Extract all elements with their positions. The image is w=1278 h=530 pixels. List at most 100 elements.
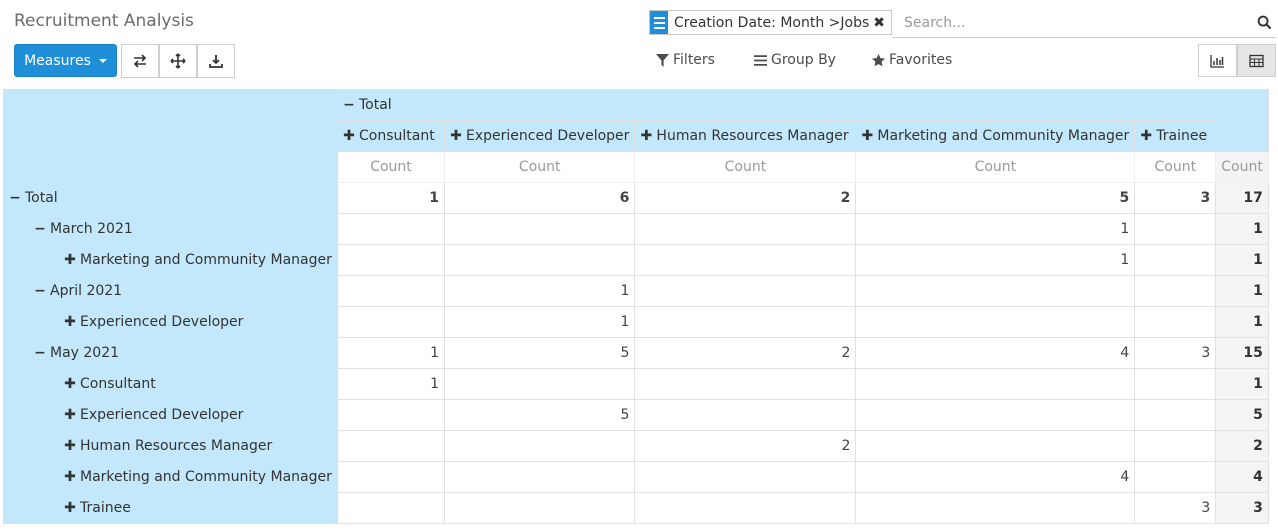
pivot-cell[interactable] bbox=[634, 368, 857, 400]
pivot-cell[interactable]: 3 bbox=[1134, 492, 1217, 524]
pivot-cell[interactable] bbox=[634, 306, 857, 338]
pivot-cell[interactable]: 4 bbox=[855, 337, 1136, 369]
row-header[interactable]: − March 2021 bbox=[3, 213, 338, 245]
pivot-cell[interactable] bbox=[634, 399, 857, 431]
pivot-cell[interactable] bbox=[1134, 461, 1217, 493]
pivot-cell[interactable]: 2 bbox=[634, 337, 857, 369]
pivot-row-total[interactable]: 2 bbox=[1215, 430, 1269, 462]
search-input[interactable] bbox=[896, 10, 1256, 36]
pivot-cell[interactable] bbox=[443, 213, 636, 245]
pivot-cell[interactable] bbox=[337, 244, 445, 276]
measure-header[interactable]: Count bbox=[337, 151, 445, 183]
col-header-1[interactable]: ✚ Experienced Developer bbox=[443, 120, 636, 152]
graph-view-button[interactable] bbox=[1198, 44, 1237, 77]
pivot-cell[interactable] bbox=[337, 430, 445, 462]
pivot-cell[interactable] bbox=[443, 492, 636, 524]
pivot-cell[interactable] bbox=[855, 430, 1136, 462]
measure-header[interactable]: Count bbox=[634, 151, 857, 183]
pivot-cell[interactable]: 5 bbox=[855, 182, 1136, 214]
measures-button[interactable]: Measures bbox=[14, 44, 117, 77]
pivot-cell[interactable] bbox=[1134, 399, 1217, 431]
row-header[interactable]: − April 2021 bbox=[3, 275, 338, 307]
pivot-cell[interactable]: 1 bbox=[855, 244, 1136, 276]
pivot-cell[interactable]: 6 bbox=[443, 182, 636, 214]
pivot-cell[interactable] bbox=[337, 213, 445, 245]
pivot-cell[interactable]: 5 bbox=[443, 337, 636, 369]
pivot-cell[interactable] bbox=[634, 492, 857, 524]
col-header-3[interactable]: ✚ Marketing and Community Manager bbox=[855, 120, 1136, 152]
measure-header[interactable]: Count bbox=[1134, 151, 1217, 183]
row-header[interactable]: − Total bbox=[3, 182, 338, 214]
search-icon[interactable] bbox=[1257, 15, 1272, 30]
pivot-cell[interactable]: 4 bbox=[855, 461, 1136, 493]
pivot-cell[interactable] bbox=[855, 275, 1136, 307]
pivot-cell[interactable] bbox=[337, 399, 445, 431]
col-header-total[interactable]: − Total bbox=[336, 89, 1217, 121]
pivot-cell[interactable] bbox=[443, 430, 636, 462]
pivot-row-total[interactable]: 1 bbox=[1215, 244, 1269, 276]
row-header[interactable]: ✚ Marketing and Community Manager bbox=[3, 244, 338, 276]
pivot-cell[interactable] bbox=[443, 244, 636, 276]
pivot-row-total[interactable]: 5 bbox=[1215, 399, 1269, 431]
pivot-cell[interactable] bbox=[1134, 213, 1217, 245]
pivot-cell[interactable] bbox=[634, 213, 857, 245]
search-facet[interactable]: Creation Date: Month >Jobs ✖ bbox=[649, 10, 892, 35]
expand-all-button[interactable] bbox=[159, 44, 197, 78]
pivot-cell[interactable] bbox=[337, 306, 445, 338]
pivot-view-button[interactable] bbox=[1237, 44, 1276, 77]
pivot-cell[interactable] bbox=[855, 399, 1136, 431]
pivot-row-total[interactable]: 1 bbox=[1215, 306, 1269, 338]
col-header-4[interactable]: ✚ Trainee bbox=[1134, 120, 1217, 152]
pivot-cell[interactable] bbox=[443, 368, 636, 400]
pivot-row-total[interactable]: 4 bbox=[1215, 461, 1269, 493]
download-button[interactable] bbox=[197, 44, 235, 78]
pivot-cell[interactable]: 1 bbox=[443, 275, 636, 307]
pivot-cell[interactable]: 1 bbox=[855, 213, 1136, 245]
pivot-row-total[interactable]: 15 bbox=[1215, 337, 1269, 369]
row-header[interactable]: ✚ Trainee bbox=[3, 492, 338, 524]
row-header[interactable]: − May 2021 bbox=[3, 337, 338, 369]
pivot-cell[interactable]: 2 bbox=[634, 182, 857, 214]
pivot-cell[interactable] bbox=[634, 275, 857, 307]
pivot-cell[interactable] bbox=[634, 461, 857, 493]
pivot-cell[interactable]: 3 bbox=[1134, 337, 1217, 369]
measure-header[interactable]: Count bbox=[1215, 151, 1269, 183]
group-by-button[interactable]: Group By bbox=[754, 52, 836, 68]
pivot-cell[interactable]: 5 bbox=[443, 399, 636, 431]
pivot-cell[interactable]: 1 bbox=[443, 306, 636, 338]
pivot-cell[interactable]: 3 bbox=[1134, 182, 1217, 214]
filters-button[interactable]: Filters bbox=[656, 52, 715, 68]
pivot-cell[interactable] bbox=[1134, 430, 1217, 462]
pivot-cell[interactable] bbox=[855, 492, 1136, 524]
col-header-0[interactable]: ✚ Consultant bbox=[337, 120, 445, 152]
row-header[interactable]: ✚ Experienced Developer bbox=[3, 306, 338, 338]
pivot-cell[interactable] bbox=[855, 306, 1136, 338]
measure-header[interactable]: Count bbox=[855, 151, 1136, 183]
pivot-cell[interactable] bbox=[337, 492, 445, 524]
pivot-cell[interactable] bbox=[1134, 275, 1217, 307]
pivot-cell[interactable] bbox=[1134, 306, 1217, 338]
pivot-cell[interactable] bbox=[337, 461, 445, 493]
pivot-cell[interactable] bbox=[1134, 244, 1217, 276]
pivot-cell[interactable]: 2 bbox=[634, 430, 857, 462]
row-header[interactable]: ✚ Consultant bbox=[3, 368, 338, 400]
pivot-row-total[interactable]: 1 bbox=[1215, 213, 1269, 245]
pivot-cell[interactable] bbox=[855, 368, 1136, 400]
pivot-cell[interactable]: 1 bbox=[337, 368, 445, 400]
pivot-cell[interactable]: 1 bbox=[337, 182, 445, 214]
pivot-cell[interactable] bbox=[337, 275, 445, 307]
row-header[interactable]: ✚ Human Resources Manager bbox=[3, 430, 338, 462]
pivot-row-total[interactable]: 1 bbox=[1215, 368, 1269, 400]
pivot-cell[interactable]: 1 bbox=[337, 337, 445, 369]
pivot-cell[interactable] bbox=[443, 461, 636, 493]
row-header[interactable]: ✚ Experienced Developer bbox=[3, 399, 338, 431]
close-icon[interactable]: ✖ bbox=[873, 15, 885, 31]
pivot-row-total[interactable]: 3 bbox=[1215, 492, 1269, 524]
col-header-2[interactable]: ✚ Human Resources Manager bbox=[634, 120, 857, 152]
pivot-cell[interactable] bbox=[634, 244, 857, 276]
favorites-button[interactable]: Favorites bbox=[872, 52, 952, 68]
pivot-cell[interactable] bbox=[1134, 368, 1217, 400]
flip-axis-button[interactable] bbox=[121, 44, 159, 78]
pivot-row-total[interactable]: 1 bbox=[1215, 275, 1269, 307]
row-header[interactable]: ✚ Marketing and Community Manager bbox=[3, 461, 338, 493]
